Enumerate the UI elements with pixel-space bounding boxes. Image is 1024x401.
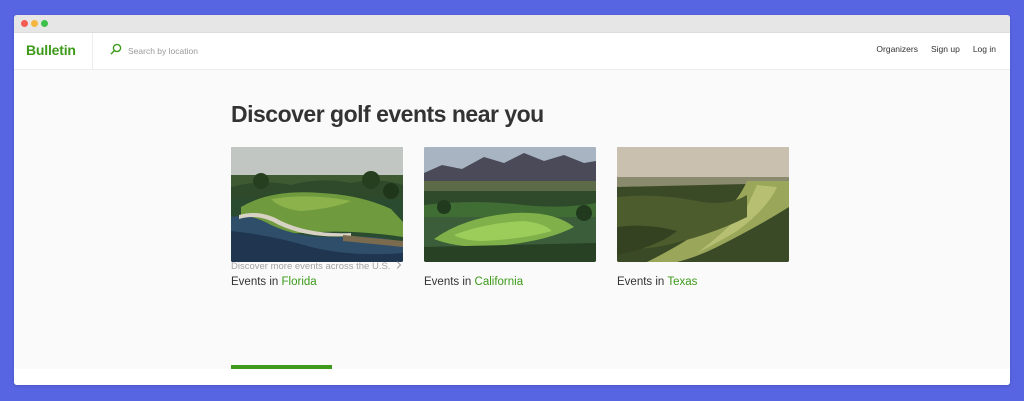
chevron-right-icon [396,261,402,272]
discover-more-label: Discover more events across the U.S. [231,261,391,272]
top-navbar: Bulletin Organizers Sign up Log in [14,33,1010,70]
card-prefix: Events in [424,276,472,288]
discover-more-link[interactable]: Discover more events across the U.S. [231,261,402,272]
signup-link[interactable]: Sign up [931,44,960,54]
search-input[interactable] [128,46,298,56]
card-california[interactable]: Events in California [424,147,596,288]
card-title-texas: Events in Texas [617,276,789,288]
minimize-window-button[interactable] [31,20,38,27]
maximize-window-button[interactable] [41,20,48,27]
nav-links: Organizers Sign up Log in [876,44,996,54]
card-prefix: Events in [231,276,279,288]
florida-course-image [231,147,403,262]
main-content: Discover golf events near you Events in … [231,99,791,288]
brand-logo[interactable]: Bulletin [26,42,76,58]
nav-divider [92,33,93,69]
state-name[interactable]: Texas [667,276,697,288]
card-title-california: Events in California [424,276,596,288]
card-title-florida: Events in Florida [231,276,403,288]
bottom-band [14,369,1010,385]
california-course-image [424,147,596,262]
organizers-link[interactable]: Organizers [876,44,918,54]
close-window-button[interactable] [21,20,28,27]
search-bar[interactable] [110,42,310,60]
carousel-progress-fill [231,365,332,369]
login-link[interactable]: Log in [973,44,996,54]
window-chrome [14,15,1010,33]
card-texas[interactable]: Events in Texas [617,147,789,288]
search-icon [110,42,122,60]
page-title: Discover golf events near you [231,101,544,127]
browser-window: Bulletin Organizers Sign up Log in Disco… [14,15,1010,385]
carousel-progress [231,365,791,369]
state-name[interactable]: California [475,276,524,288]
state-name[interactable]: Florida [282,276,317,288]
card-prefix: Events in [617,276,665,288]
texas-course-image [617,147,789,262]
